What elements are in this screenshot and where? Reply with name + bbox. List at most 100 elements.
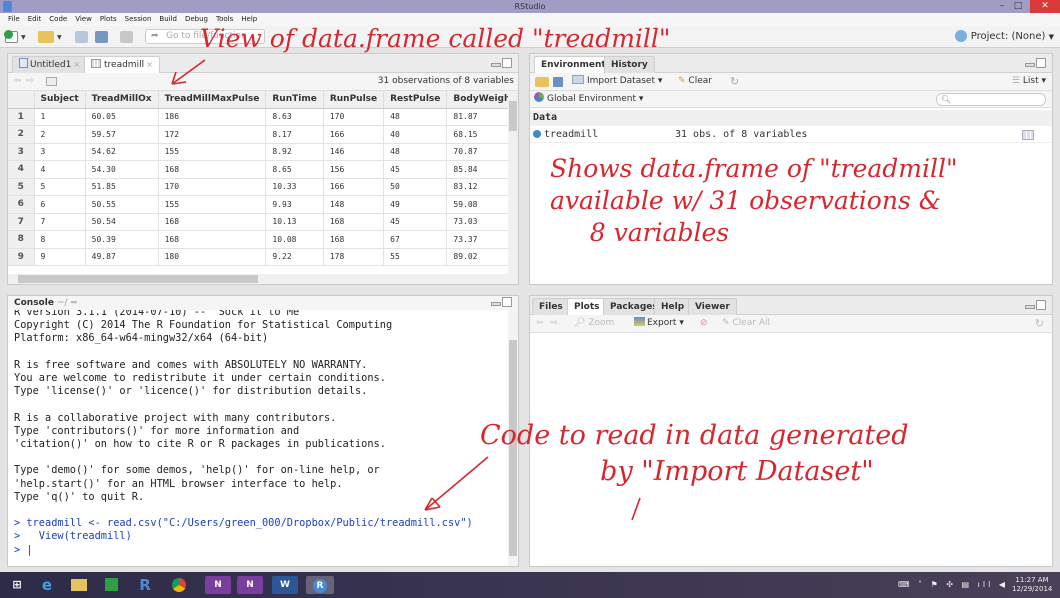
maximize-pane-icon[interactable] xyxy=(1036,58,1046,68)
tab-help[interactable]: Help xyxy=(654,298,692,315)
close-tab-icon[interactable]: × xyxy=(146,60,153,69)
rstudio-icon[interactable]: R xyxy=(306,576,334,594)
horizontal-scrollbar[interactable] xyxy=(8,274,518,284)
scroll-thumb[interactable] xyxy=(509,101,517,131)
console-title: Console xyxy=(14,298,54,308)
console-output[interactable]: R version 3.1.1 (2014-07-10) -- "Sock it… xyxy=(8,310,508,566)
popout-icon[interactable] xyxy=(46,77,57,86)
environment-icon xyxy=(534,92,544,102)
vertical-scrollbar[interactable] xyxy=(508,91,518,274)
onenote-icon[interactable]: N xyxy=(205,576,231,594)
global-environment-menu[interactable]: Global Environment ▾ xyxy=(534,92,643,104)
environment-search-input[interactable]: 🔍︎ xyxy=(936,93,1046,106)
refresh-icon[interactable]: ↻ xyxy=(1035,315,1044,332)
table-cell: 73.37 xyxy=(446,230,508,249)
column-header[interactable]: Subject xyxy=(34,91,86,109)
table-cell: 48 xyxy=(383,108,448,126)
refresh-icon[interactable]: ↻ xyxy=(730,73,739,90)
scroll-thumb[interactable] xyxy=(18,275,258,283)
file-explorer-icon[interactable] xyxy=(68,576,90,594)
list-view-menu[interactable]: ☰ List ▾ xyxy=(1012,73,1046,90)
table-cell: 89.02 xyxy=(446,248,508,266)
tab-plots[interactable]: Plots xyxy=(567,298,607,316)
column-header[interactable]: RestPulse xyxy=(383,91,448,109)
internet-explorer-icon[interactable]: e xyxy=(36,576,58,594)
load-workspace-icon[interactable] xyxy=(535,77,549,87)
previous-plot-icon[interactable]: ⇦ xyxy=(536,315,544,332)
menu-session[interactable]: Session xyxy=(121,13,156,26)
list-icon: ☰ xyxy=(1011,76,1020,86)
tray-icons[interactable]: ⌨ ˄ ⚑ ✣ ▤ ıll ◀ xyxy=(898,580,1008,589)
zoom-button[interactable]: 🔎︎ Zoom xyxy=(574,315,614,332)
view-data-icon[interactable] xyxy=(1022,130,1034,140)
minimize-pane-icon[interactable] xyxy=(1025,305,1035,309)
clear-all-button[interactable]: ✎ Clear All xyxy=(722,315,770,332)
new-file-dropdown-icon[interactable]: ▼ xyxy=(21,34,26,41)
menu-plots[interactable]: Plots xyxy=(96,13,121,26)
maximize-pane-icon[interactable] xyxy=(1036,300,1046,310)
column-header[interactable]: BodyWeight xyxy=(446,91,508,109)
onenote-clip-icon[interactable]: N xyxy=(237,576,263,594)
project-menu[interactable]: Project: (None) ▼ xyxy=(954,30,1054,44)
minimize-pane-icon[interactable] xyxy=(1025,63,1035,67)
expand-icon[interactable] xyxy=(533,130,541,138)
console-line: 'help.start()' for an HTML browser inter… xyxy=(14,477,343,490)
tab-history[interactable]: History xyxy=(604,56,655,73)
maximize-button[interactable]: □ xyxy=(1010,0,1026,13)
open-folder-icon[interactable] xyxy=(38,31,54,43)
save-workspace-icon[interactable] xyxy=(553,77,563,87)
import-dataset-button[interactable]: Import Dataset ▾ xyxy=(572,73,662,90)
environment-item-treadmill[interactable]: treadmill 31 obs. of 8 variables xyxy=(530,127,1052,143)
tab-untitled1[interactable]: Untitled1 × xyxy=(12,56,88,73)
project-label: Project: (None) xyxy=(970,31,1046,42)
back-arrow-icon[interactable]: ⇦ xyxy=(14,73,22,90)
store-icon[interactable] xyxy=(100,576,122,594)
chrome-icon[interactable] xyxy=(168,576,190,594)
tab-environment[interactable]: Environment xyxy=(534,56,613,74)
minimize-button[interactable]: – xyxy=(994,0,1010,13)
go-to-directory-icon[interactable]: ➦ xyxy=(70,298,78,308)
menu-build[interactable]: Build xyxy=(155,13,181,26)
r-gui-icon[interactable]: R xyxy=(134,576,156,594)
close-tab-icon[interactable]: × xyxy=(73,60,80,69)
menu-edit[interactable]: Edit xyxy=(24,13,46,26)
import-dataset-label: Import Dataset ▾ xyxy=(587,76,663,86)
maximize-pane-icon[interactable] xyxy=(502,297,512,307)
open-dropdown-icon[interactable]: ▼ xyxy=(57,34,62,41)
clear-button[interactable]: ✎ Clear xyxy=(678,73,712,90)
minimize-pane-icon[interactable] xyxy=(491,302,501,306)
save-all-icon[interactable] xyxy=(95,31,108,43)
forward-arrow-icon[interactable]: ⇨ xyxy=(26,73,34,90)
next-plot-icon[interactable]: ⇨ xyxy=(550,315,558,332)
clear-all-label: Clear All xyxy=(732,318,770,328)
word-icon[interactable]: W xyxy=(272,576,298,594)
console-line: Type 'license()' or 'licence()' for dist… xyxy=(14,385,368,398)
column-header[interactable]: TreadMillOx xyxy=(85,91,159,109)
console-line: Type 'demo()' for some demos, 'help()' f… xyxy=(14,464,380,477)
clock-date: 12/29/2014 xyxy=(1012,585,1053,593)
export-button[interactable]: Export ▾ xyxy=(634,315,684,332)
remove-plot-icon[interactable]: ⊘ xyxy=(700,315,708,332)
tab-viewer[interactable]: Viewer xyxy=(688,298,737,315)
print-icon[interactable] xyxy=(120,31,133,43)
export-icon xyxy=(634,317,645,326)
column-header[interactable]: TreadMillMaxPulse xyxy=(158,91,267,109)
column-header[interactable]: RunTime xyxy=(265,91,324,109)
windows-start-icon[interactable]: ⊞ xyxy=(6,576,28,594)
menu-view[interactable]: View xyxy=(71,13,96,26)
new-file-icon[interactable] xyxy=(4,30,18,43)
menu-code[interactable]: Code xyxy=(45,13,71,26)
save-icon[interactable] xyxy=(75,31,88,43)
minimize-pane-icon[interactable] xyxy=(491,63,501,67)
close-button[interactable]: ✕ xyxy=(1030,0,1060,13)
tab-files[interactable]: Files xyxy=(532,298,570,315)
clock[interactable]: 11:27 AM 12/29/2014 xyxy=(1012,576,1052,594)
column-header[interactable]: RunPulse xyxy=(323,91,385,109)
table-row: 7750.5416810.131684573.0344 xyxy=(8,213,508,231)
tab-treadmill[interactable]: treadmill × xyxy=(84,56,160,74)
maximize-pane-icon[interactable] xyxy=(502,58,512,68)
menu-file[interactable]: File xyxy=(4,13,24,26)
row-number: 2 xyxy=(8,125,35,144)
table-cell: 4 xyxy=(34,160,86,179)
console-command: > treadmill <- read.csv("C:/Users/green_… xyxy=(14,517,473,530)
